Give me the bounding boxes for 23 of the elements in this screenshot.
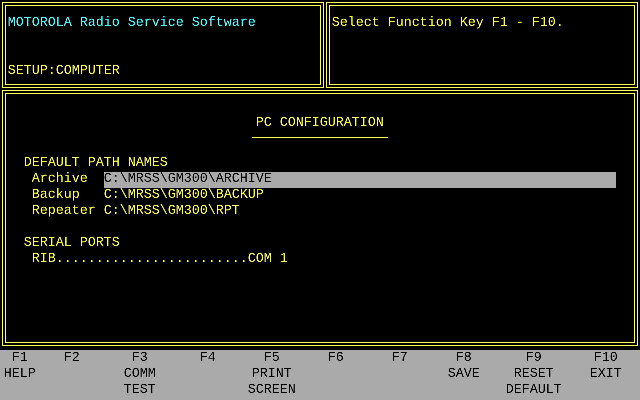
section-heading: DEFAULT PATH NAMES <box>24 156 168 172</box>
function-key[interactable]: F10 EXIT <box>572 350 640 383</box>
path-label: Backup <box>31 188 81 204</box>
function-key[interactable]: F1 HELP <box>0 350 40 383</box>
prompt-text: Select Function Key F1 - F10. <box>332 16 564 31</box>
function-key[interactable]: F9 RESET DEFAULT <box>496 350 572 399</box>
path-field[interactable]: C:\MRSS\GM300\BACKUP <box>104 188 264 204</box>
function-key[interactable]: F7 <box>368 350 432 367</box>
function-key[interactable]: F4 <box>176 350 240 367</box>
path-label: Archive <box>31 172 89 188</box>
function-key[interactable]: F2 <box>40 350 104 367</box>
path-field[interactable]: C:\MRSS\GM300\ARCHIVE <box>104 172 616 188</box>
app-title: MOTOROLA Radio Service Software <box>8 16 257 32</box>
path-label: Repeater <box>31 204 97 220</box>
function-key[interactable]: F6 <box>304 350 368 367</box>
function-key[interactable]: F3 COMM TEST <box>104 350 176 399</box>
function-key[interactable]: F5 PRINT SCREEN <box>240 350 304 399</box>
function-key[interactable]: F8 SAVE <box>432 350 496 383</box>
screen-title: PC CONFIGURATION <box>252 116 388 138</box>
section-heading: SERIAL PORTS <box>24 236 120 252</box>
path-field[interactable]: C:\MRSS\GM300\RPT <box>104 204 240 220</box>
mode-label: SETUP:COMPUTER <box>8 64 121 80</box>
port-setting[interactable]: RIB........................COM 1 <box>24 252 288 268</box>
